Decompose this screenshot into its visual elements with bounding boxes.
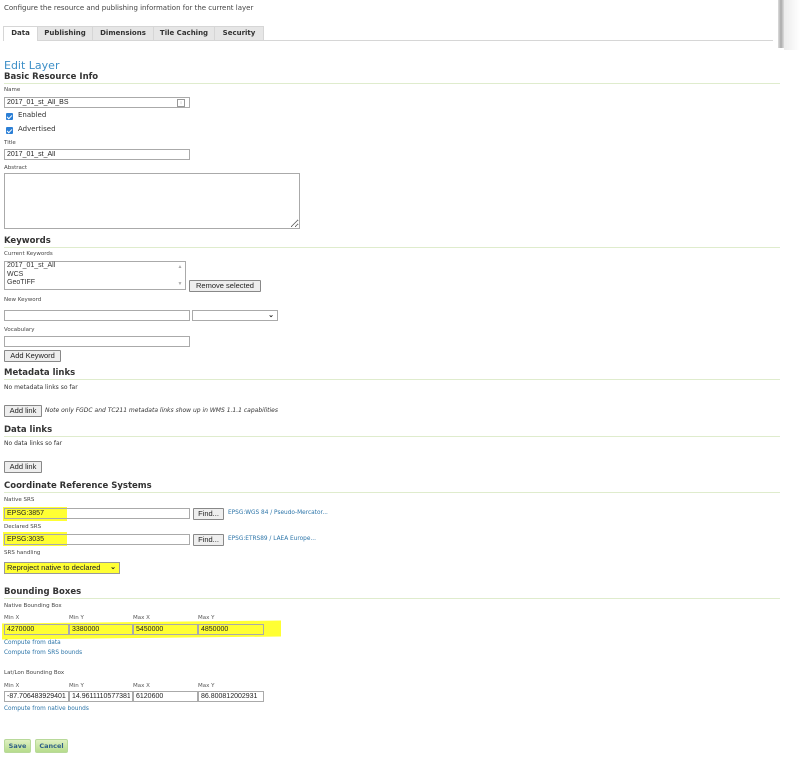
remove-selected-button[interactable]: Remove selected [189,280,261,292]
native-srs-find-button[interactable]: Find... [193,508,224,520]
column-header-min-y: Min Y [69,683,84,689]
add-metadata-link-button[interactable]: Add link [4,405,42,417]
section-heading-metadata-links: Metadata links [4,368,76,378]
native-bbox-max-y[interactable] [198,624,264,635]
section-divider [4,247,780,248]
native-bbox-label: Native Bounding Box [4,603,62,609]
section-heading-crs: Coordinate Reference Systems [4,481,152,491]
title-label: Title [4,140,16,146]
declared-srs-input[interactable] [4,534,190,545]
page-description: Configure the resource and publishing in… [4,4,254,12]
window-edge-shadow [784,0,800,50]
keyword-language-select[interactable]: ⌄ [192,310,278,321]
vocabulary-label: Vocabulary [4,327,35,333]
latlon-bbox-min-x[interactable] [4,691,69,702]
save-button[interactable]: Save [4,739,31,753]
autofill-icon[interactable]: ⁝ [177,99,185,107]
native-bbox-max-x[interactable] [133,624,198,635]
cancel-button[interactable]: Cancel [35,739,68,753]
latlon-bbox-max-y[interactable] [198,691,264,702]
latlon-bbox-min-y[interactable] [69,691,133,702]
srs-handling-select[interactable]: Reproject native to declared ⌄ [4,562,120,574]
column-header-max-y: Max Y [198,683,215,689]
name-label: Name [4,87,21,93]
current-keywords-list[interactable]: 2017_01_st_All WCS GeoTIFF ▲ ▼ [4,261,186,290]
metadata-links-empty: No metadata links so far [4,384,78,391]
column-header-min-x: Min X [4,683,20,689]
column-header-min-x: Min X [4,615,20,621]
add-data-link-button[interactable]: Add link [4,461,42,473]
data-links-empty: No data links so far [4,440,63,447]
column-header-min-y: Min Y [69,615,84,621]
abstract-label: Abstract [4,165,28,171]
column-header-max-x: Max X [133,615,150,621]
advertised-checkbox[interactable] [6,127,13,134]
vocabulary-input[interactable] [4,336,190,347]
section-heading-bounding-boxes: Bounding Boxes [4,587,82,597]
tab-bar: Data Publishing Dimensions Tile Caching … [3,26,773,41]
compute-from-native-bounds-link[interactable]: Compute from native bounds [4,706,89,712]
native-bbox-min-x[interactable] [4,624,69,635]
keyword-item[interactable]: GeoTIFF [5,279,185,288]
page-title: Edit Layer [4,59,60,72]
tab-publishing[interactable]: Publishing [37,26,93,40]
list-scrollbar[interactable]: ▲ ▼ [174,263,184,288]
tab-dimensions[interactable]: Dimensions [92,26,154,40]
declared-srs-label: Declared SRS [4,524,42,530]
compute-from-srs-bounds-link[interactable]: Compute from SRS bounds [4,650,82,656]
section-divider [4,83,780,84]
current-keywords-label: Current Keywords [4,251,53,257]
latlon-bbox-max-x[interactable] [133,691,198,702]
enabled-label: Enabled [18,111,47,119]
tab-data[interactable]: Data [3,26,38,41]
srs-handling-label: SRS handling [4,550,41,556]
section-divider [4,436,780,437]
latlon-bbox-label: Lat/Lon Bounding Box [4,670,65,676]
chevron-down-icon: ⌄ [110,564,116,571]
section-heading-data-links: Data links [4,425,53,435]
native-srs-link[interactable]: EPSG:WGS 84 / Pseudo-Mercator... [228,510,328,516]
new-keyword-label: New Keyword [4,297,42,303]
compute-from-data-link[interactable]: Compute from data [4,640,61,646]
declared-srs-find-button[interactable]: Find... [193,534,224,546]
abstract-textarea[interactable] [4,173,300,229]
native-srs-input[interactable] [4,508,190,519]
declared-srs-link[interactable]: EPSG:ETRS89 / LAEA Europe... [228,536,316,542]
section-heading-keywords: Keywords [4,236,51,246]
column-header-max-y: Max Y [198,615,215,621]
advertised-label: Advertised [18,125,56,133]
metadata-links-note: Note only FGDC and TC211 metadata links … [45,407,278,414]
title-input[interactable] [4,149,190,160]
new-keyword-input[interactable] [4,310,190,321]
srs-handling-value: Reproject native to declared [7,563,101,572]
column-header-max-x: Max X [133,683,150,689]
section-heading-basic: Basic Resource Info [4,72,99,82]
keyword-item[interactable]: WCS [5,271,185,280]
enabled-checkbox[interactable] [6,113,13,120]
tab-security[interactable]: Security [214,26,264,40]
section-divider [4,598,780,599]
keyword-item[interactable]: 2017_01_st_All [5,262,185,271]
section-divider [4,379,780,380]
native-bbox-min-y[interactable] [69,624,133,635]
name-input[interactable] [4,97,190,108]
section-divider [4,492,780,493]
native-srs-label: Native SRS [4,497,35,503]
add-keyword-button[interactable]: Add Keyword [4,350,61,362]
tab-tile-caching[interactable]: Tile Caching [153,26,215,40]
chevron-down-icon: ⌄ [268,312,274,319]
